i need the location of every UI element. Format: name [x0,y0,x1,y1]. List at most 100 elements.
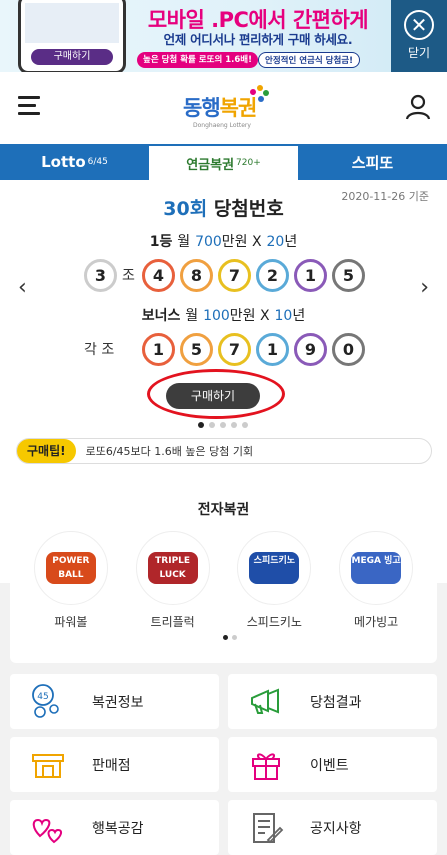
tip-text: 로또6/45보다 1.6배 높은 당첨 기회 [85,445,254,458]
megaphone-icon [246,682,286,722]
header: 동행복권 Donghaeng Lottery [0,72,447,144]
tab-lotto-sub: 6/45 [87,157,108,167]
elottery-dots [223,635,237,640]
game-logo-icon: MEGA 빙고 [339,531,414,605]
first-prize-amount: 700 [195,234,222,250]
carousel-dots [198,422,248,428]
bonus-prize-amount: 100 [203,308,230,324]
highlight-circle [147,369,285,419]
elottery-games: POWER BALL 파워볼 TRIPLE LUCK 트리플럭 스피드키노 스피드키노 ME… [10,531,437,630]
bonus-prize-line: 보너스 월 100만원 X 10년 [0,305,447,325]
ad-close-label: 닫기 [407,46,431,60]
next-arrow-icon[interactable]: › [420,275,429,300]
menu-item[interactable]: 공지사항 [228,800,437,855]
carousel-dot[interactable] [198,422,204,428]
first-group-suffix: 조 [122,268,135,284]
first-prize-line: 1등 월 700만원 X 20년 [0,231,447,251]
carousel-dot[interactable] [220,422,226,428]
bonus-prize-rank: 보너스 [141,308,181,324]
game-name: 트리플럭 [150,615,195,629]
bonus-prize-years: 10 [274,308,293,324]
bonus-group-label: 각 조 [84,342,115,358]
ad-phone-buy-button: 구매하기 [31,49,113,65]
ad-phone-illustration: 구매하기 [18,0,126,72]
tab-speetto-label: 스피또 [351,153,394,172]
carousel-dot[interactable] [242,422,248,428]
first-prize-monthly: 월 [177,234,191,250]
tab-lotto-label: Lotto [41,153,86,171]
first-number-ball: 7 [218,259,251,292]
menu-item-label: 행복공감 [92,820,144,837]
bonus-number-ball: 1 [142,333,175,366]
tab-lotto[interactable]: Lotto 6/45 [0,144,149,180]
first-prize-rank: 1등 [149,234,173,250]
tab-pension[interactable]: 연금복권 720+ [149,144,298,180]
result-date: 2020-11-26 기준 [341,190,429,203]
first-number-ball: 2 [256,259,289,292]
menu-item[interactable]: 이벤트 [228,737,437,792]
ad-close-button[interactable]: ✕ 닫기 [391,0,447,72]
menu-item-label: 당첨결과 [310,694,362,711]
game-logo-icon: POWER BALL [33,531,108,605]
game-logo-icon: TRIPLE LUCK [135,531,210,605]
menu-item[interactable]: 45 복권정보 [10,674,219,729]
menu-item-label: 복권정보 [92,694,144,711]
game-badge: POWER BALL [45,552,96,584]
menu-item-label: 이벤트 [310,757,349,774]
elottery-dot[interactable] [223,635,228,640]
user-icon[interactable] [405,94,431,120]
game-logo-icon: 스피드키노 [237,531,312,605]
bonus-number-ball: 7 [218,333,251,366]
tab-pension-label: 연금복권 [186,157,235,173]
menu-item[interactable]: 판매점 [10,737,219,792]
tab-speetto[interactable]: 스피또 [298,144,447,180]
ad-chip-left: 높은 당첨 확률 로또의 1.6배! [137,52,258,68]
elottery-section: 전자복권 POWER BALL 파워볼 TRIPLE LUCK 트리플럭 스피드키노 스피… [10,489,437,663]
first-prize-unit: 만원 X [221,234,262,250]
menu-item[interactable]: 당첨결과 [228,674,437,729]
store-icon [28,745,68,785]
logo[interactable]: 동행복권 Donghaeng Lottery [183,85,269,132]
carousel-dot[interactable] [231,422,237,428]
close-icon: ✕ [404,10,434,40]
bonus-prize-unit: 만원 X [229,308,270,324]
round-label: 당첨번호 [213,198,284,220]
elottery-title: 전자복권 [197,502,250,518]
first-prize-years: 20 [266,234,285,250]
ad-subtitle: 언제 어디서나 편리하게 구매 하세요. [163,32,353,47]
bonus-number-ball: 0 [332,333,365,366]
elottery-game[interactable]: 스피드키노 스피드키노 [234,531,314,630]
first-group-ball: 3 [84,259,117,292]
logo-dots-icon [250,85,269,102]
ad-banner[interactable]: 구매하기 모바일 .PC에서 간편하게 언제 어디서나 편리하게 구매 하세요.… [0,0,447,72]
hearts-icon [28,808,68,848]
logo-tagline: Donghaeng Lottery [193,122,251,129]
first-number-ball: 8 [180,259,213,292]
bonus-number-ball: 1 [256,333,289,366]
game-badge: 스피드키노 [249,552,300,584]
elottery-game[interactable]: POWER BALL 파워볼 [31,531,111,630]
first-number-ball: 4 [142,259,175,292]
svg-text:45: 45 [37,692,48,702]
bonus-number-ball: 9 [294,333,327,366]
gift-icon [246,745,286,785]
menu-item[interactable]: 행복공감 [10,800,219,855]
notice-icon [246,808,286,848]
game-name: 메가빙고 [354,615,399,629]
bonus-prize-monthly: 월 [185,308,199,324]
menu-icon[interactable] [18,96,40,115]
bonus-prize-years-unit: 년 [292,308,306,324]
carousel-dot[interactable] [209,422,215,428]
first-numbers-row: 3 조 487215 [0,257,447,297]
elottery-dot[interactable] [232,635,237,640]
purchase-tip[interactable]: 구매팁! 로또6/45보다 1.6배 높은 당첨 기회 [16,438,432,464]
ad-chip-right: 안정적인 연금식 당첨금! [258,52,360,68]
logo-main: 동행 [183,96,221,120]
tab-pension-sub: 720+ [236,158,261,168]
elottery-game[interactable]: TRIPLE LUCK 트리플럭 [133,531,213,630]
game-badge: MEGA 빙고 [351,552,402,584]
prev-arrow-icon[interactable]: ‹ [18,275,27,300]
elottery-game[interactable]: MEGA 빙고메가빙고 [336,531,416,630]
menu-item-label: 판매점 [92,757,131,774]
first-prize-years-unit: 년 [284,234,298,250]
